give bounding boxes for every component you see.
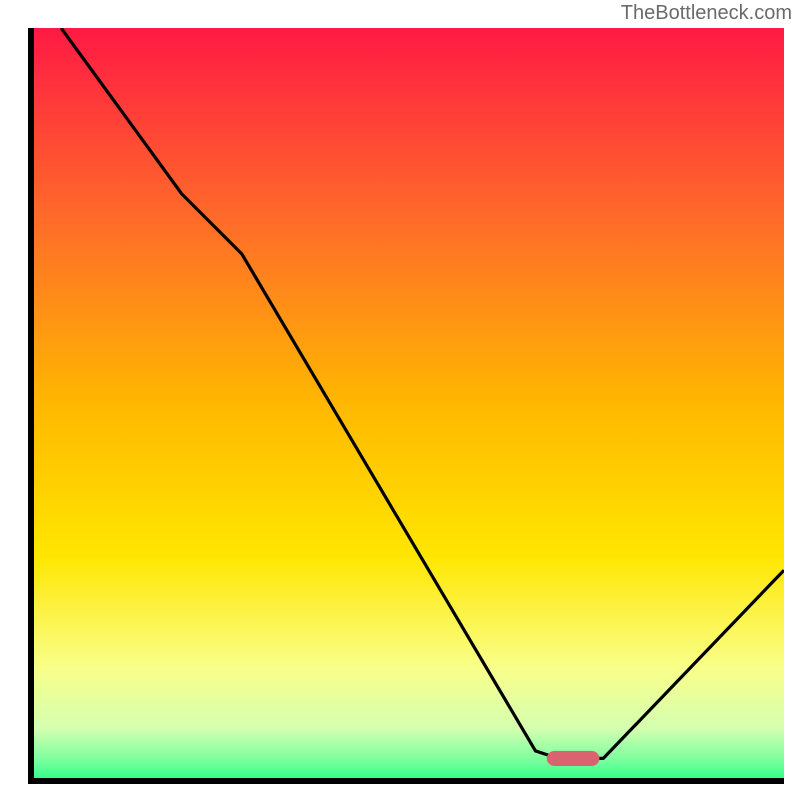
optimal-marker	[547, 751, 600, 766]
bottleneck-chart	[28, 28, 784, 784]
chart-svg	[28, 28, 784, 784]
watermark-text: TheBottleneck.com	[621, 2, 792, 25]
